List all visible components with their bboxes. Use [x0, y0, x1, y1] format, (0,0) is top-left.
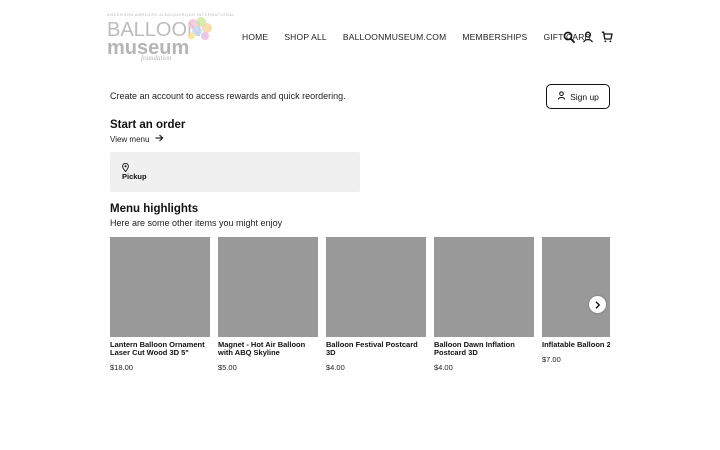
product-price: $4.00	[434, 363, 453, 372]
product-price: $7.00	[542, 355, 561, 364]
balloon-cluster-icon	[187, 17, 212, 40]
view-menu-link[interactable]: View menu	[110, 134, 164, 144]
product-card[interactable]: Balloon Festival Postcard 3D $4.00	[326, 237, 426, 372]
product-price: $4.00	[326, 363, 345, 372]
sign-up-label: Sign up	[570, 91, 599, 102]
product-card[interactable]: Balloon Dawn Inflation Postcard 3D $4.00	[434, 237, 534, 372]
menu-highlights-subtitle: Here are some other items you might enjo…	[110, 218, 283, 228]
product-name: Magnet - Hot Air Balloon with ABQ Skylin…	[218, 340, 306, 357]
carousel-next-button[interactable]	[589, 296, 606, 313]
product-image	[110, 237, 210, 337]
account-prompt: Create an account to access rewards and …	[110, 91, 346, 101]
header-icons	[563, 30, 613, 43]
product-image	[434, 237, 534, 337]
nav-shop-all[interactable]: SHOP ALL	[284, 32, 327, 42]
balloon-museum-logo[interactable]: ANDERSON ABRUZZO ALBUQUERQUE INTERNATION…	[107, 12, 235, 62]
product-card[interactable]: Inflatable Balloon 2 $7.00	[542, 237, 610, 364]
product-price: $5.00	[218, 363, 237, 372]
nav-balloonmuseum[interactable]: BALLOONMUSEUM.COM	[343, 32, 447, 42]
sign-up-button[interactable]: Sign up	[546, 84, 610, 109]
product-card[interactable]: Magnet - Hot Air Balloon with ABQ Skylin…	[218, 237, 318, 372]
user-icon[interactable]	[582, 30, 594, 43]
view-menu-label: View menu	[110, 134, 150, 144]
pickup-option-card[interactable]	[110, 152, 360, 192]
menu-highlights-carousel: Lantern Balloon Ornament Laser Cut Wood …	[110, 237, 610, 377]
logo-top-text: ANDERSON ABRUZZO ALBUQUERQUE INTERNATION…	[107, 12, 236, 17]
chevron-right-icon	[594, 296, 601, 314]
arrow-right-icon	[155, 134, 164, 144]
nav-home[interactable]: HOME	[242, 32, 268, 42]
logo-line-foundation: foundation	[141, 54, 172, 62]
product-name: Balloon Dawn Inflation Postcard 3D	[434, 340, 515, 357]
product-image	[218, 237, 318, 337]
search-icon[interactable]	[563, 30, 575, 43]
site-header: ANDERSON ABRUZZO ALBUQUERQUE INTERNATION…	[0, 0, 720, 70]
nav-memberships[interactable]: MEMBERSHIPS	[462, 32, 527, 42]
user-icon	[557, 91, 566, 102]
menu-highlights-title: Menu highlights	[110, 203, 199, 215]
cart-icon[interactable]	[601, 30, 613, 43]
start-order-title: Start an order	[110, 119, 186, 131]
product-card[interactable]: Lantern Balloon Ornament Laser Cut Wood …	[110, 237, 210, 372]
pickup-label: Pickup	[122, 172, 147, 181]
product-name: Inflatable Balloon 2	[542, 340, 610, 349]
main-nav: HOME SHOP ALL BALLOONMUSEUM.COM MEMBERSH…	[242, 32, 607, 42]
product-image	[326, 237, 426, 337]
product-image	[542, 237, 610, 337]
product-name: Balloon Festival Postcard 3D	[326, 340, 418, 357]
product-name: Lantern Balloon Ornament Laser Cut Wood …	[110, 340, 205, 357]
product-price: $18.00	[110, 363, 133, 372]
